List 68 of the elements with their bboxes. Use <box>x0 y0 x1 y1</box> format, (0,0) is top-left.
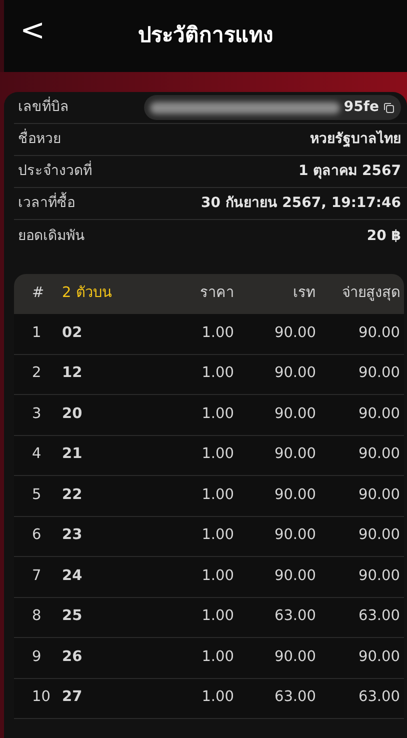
table-cell-text: 90.00 <box>357 526 401 546</box>
table-cell-text: 22 <box>61 486 84 505</box>
table-cell-text: 26 <box>61 648 84 667</box>
table-cell-text: 63.00 <box>357 607 401 626</box>
table-cell-text: 90.00 <box>273 445 317 464</box>
column-header: ราคา <box>199 284 235 304</box>
table-cell-text: 23 <box>61 526 84 546</box>
table-cell-text: 9 <box>31 648 42 667</box>
table-cell-text: 1.00 <box>200 526 235 546</box>
table-cell-text: 63.00 <box>273 688 317 708</box>
table-cell-text: 90.00 <box>273 566 317 586</box>
table-cell-text: 4 <box>31 445 42 464</box>
table-cell-text: 5 <box>31 486 42 505</box>
column-header: จ่ายสูงสุด <box>341 284 401 304</box>
table-cell-text: 8 <box>31 607 42 626</box>
table-cell-text: 12 <box>61 364 84 384</box>
table-cell-text: 90.00 <box>273 648 317 667</box>
detail-label: ชื่อหวย <box>18 129 61 150</box>
table-cell-text: 20 <box>61 404 84 424</box>
table-cell-text: 90.00 <box>357 648 401 667</box>
table-cell-text: 1.00 <box>200 566 235 586</box>
table-cell-text: 90.00 <box>357 445 401 464</box>
table-cell-text: 1.00 <box>200 648 235 667</box>
table-cell-text: 21 <box>61 445 84 464</box>
detail-value: 1 ตุลาคม 2567 <box>298 162 401 181</box>
table-cell-text: 90.00 <box>273 364 317 384</box>
table-cell-text: 90.00 <box>357 324 401 343</box>
detail-label: เวลาที่ซื้อ <box>18 193 75 214</box>
copy-icon[interactable] <box>383 102 395 114</box>
table-cell-text: 25 <box>61 607 84 626</box>
table-cell-text: 10 <box>31 688 52 708</box>
detail-value: 20 ฿ <box>366 226 401 246</box>
detail-label: ประจำงวดที่ <box>18 161 92 182</box>
detail-value: 30 กันยายน 2567, 19:17:46 <box>200 194 401 213</box>
table-cell-text: 27 <box>61 688 84 708</box>
table-cell-text: 6 <box>31 526 42 546</box>
table-cell-text: 1.00 <box>200 486 235 505</box>
table-cell-text: 90.00 <box>357 486 401 505</box>
table-cell-text: 90.00 <box>273 486 317 505</box>
table-cell-text: 90.00 <box>273 526 317 546</box>
detail-label: ยอดเดิมพัน <box>18 226 85 246</box>
bill-number: 95fe <box>344 98 379 117</box>
table-cell-text: 02 <box>61 324 84 343</box>
table-cell-text: 90.00 <box>273 404 317 424</box>
table-cell-text: 2 <box>31 364 42 384</box>
table-cell-text: 90.00 <box>357 566 401 586</box>
table-cell-text: 90.00 <box>357 404 401 424</box>
table-cell-text: 1.00 <box>200 607 235 626</box>
table-cell-text: 90.00 <box>357 364 401 384</box>
table-cell-text: 24 <box>61 566 84 586</box>
table-cell-text: 7 <box>31 566 42 586</box>
table-cell-text: 1.00 <box>200 688 235 708</box>
table-cell-text: 1.00 <box>200 324 235 343</box>
table-cell-text: 3 <box>31 404 42 424</box>
table-cell-text: 1.00 <box>200 404 235 424</box>
column-header: # <box>31 284 46 304</box>
detail-label: เลขที่บิล <box>18 97 69 118</box>
table-cell-text: 1.00 <box>200 445 235 464</box>
back-button[interactable]: < <box>20 16 46 46</box>
page-title: ประวัติการแทง <box>138 22 273 50</box>
table-cell-text: 63.00 <box>357 688 401 708</box>
table-cell-text: 90.00 <box>273 324 317 343</box>
detail-value: หวยรัฐบาลไทย <box>310 129 401 149</box>
column-header: 2 ตัวบน <box>61 284 113 304</box>
table-cell-text: 63.00 <box>273 607 317 626</box>
table-cell-text: 1.00 <box>200 364 235 384</box>
column-header: เรท <box>292 284 317 304</box>
table-cell-text: 1 <box>31 324 42 343</box>
